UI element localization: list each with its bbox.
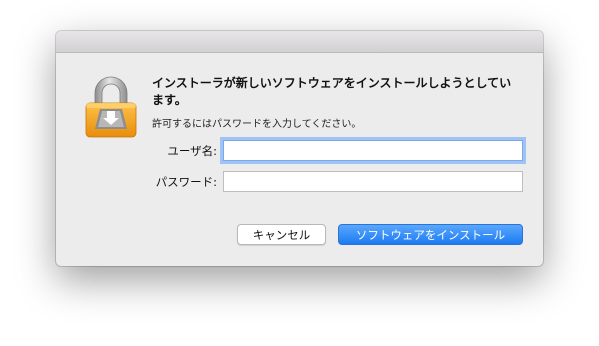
authentication-dialog: インストーラが新しいソフトウェアをインストールしようとしています。 許可するには… — [56, 31, 543, 266]
lock-download-icon — [85, 76, 137, 138]
password-field[interactable] — [223, 171, 523, 192]
install-software-button[interactable]: ソフトウェアをインストール — [338, 224, 523, 245]
dialog-subtext: 許可するにはパスワードを入力してください。 — [152, 119, 362, 130]
username-label: ユーザ名: — [167, 144, 217, 158]
screen: インストーラが新しいソフトウェアをインストールしようとしています。 許可するには… — [0, 0, 599, 346]
cancel-button[interactable]: キャンセル — [237, 224, 326, 245]
password-label: パスワード: — [155, 175, 217, 189]
username-field[interactable] — [223, 140, 523, 161]
dialog-titlebar[interactable] — [56, 31, 543, 53]
dialog-heading: インストーラが新しいソフトウェアをインストールしようとしています。 — [152, 76, 512, 107]
